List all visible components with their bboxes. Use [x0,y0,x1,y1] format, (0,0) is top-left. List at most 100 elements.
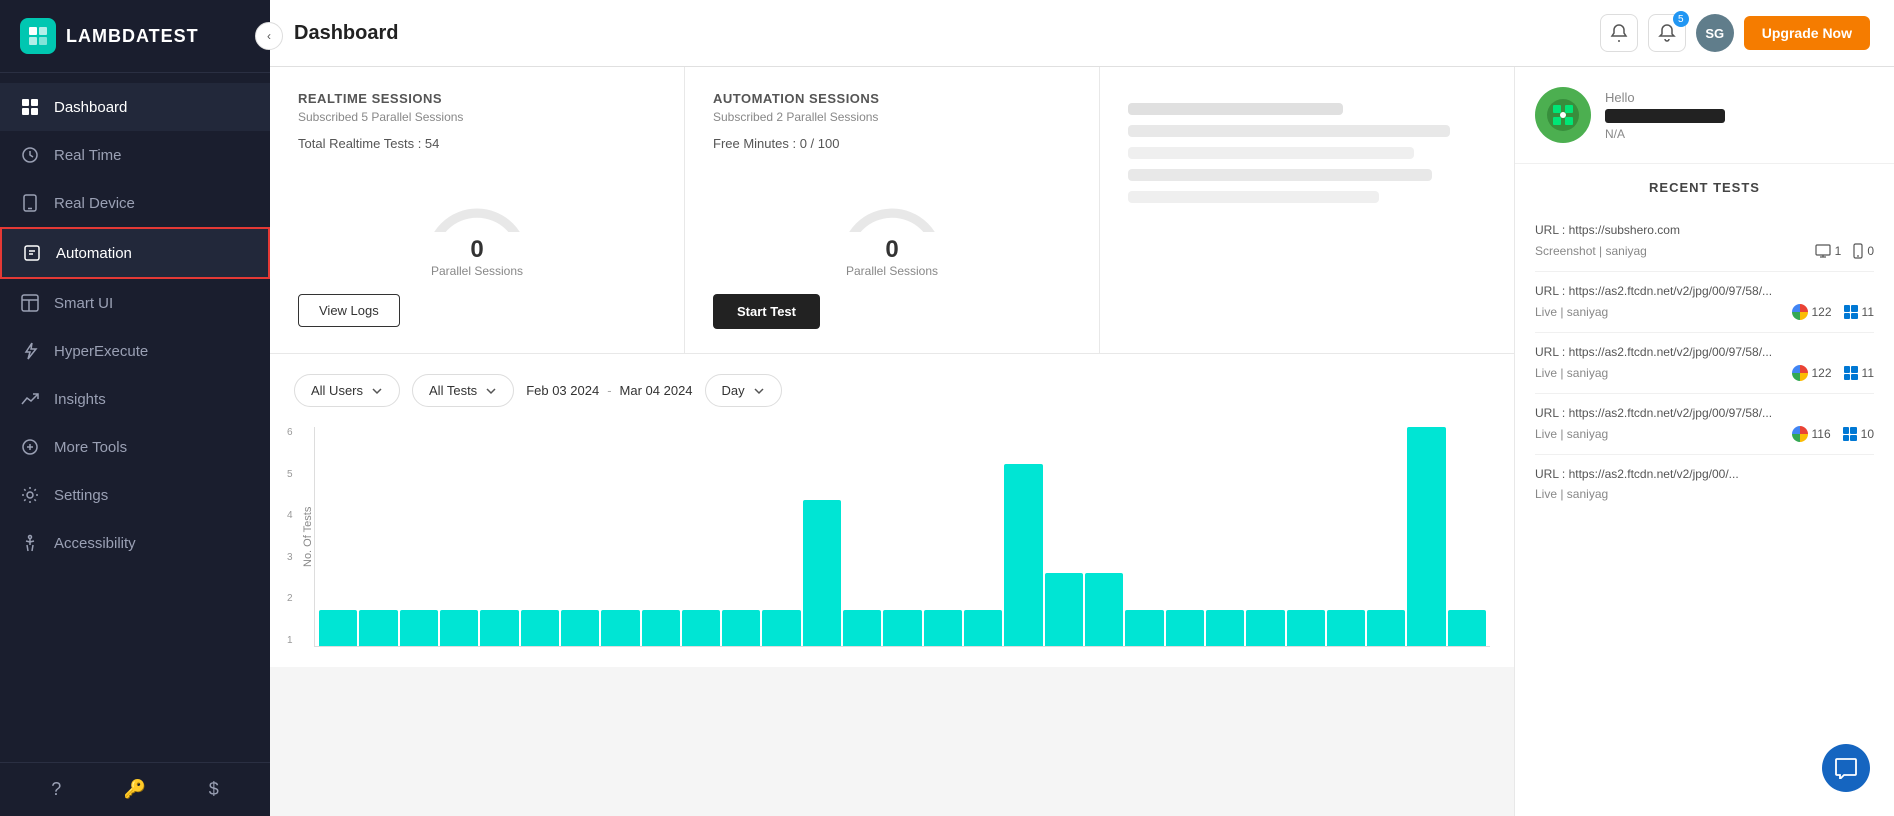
chrome-count-3: 122 [1792,365,1832,381]
sidebar-footer: ? 🔑 $ [0,762,270,816]
test-type-2: Live | saniyag [1535,305,1608,319]
bar-item [803,500,841,646]
chart-area: No. Of Tests 654321 [294,427,1490,647]
chart-section: All Users All Tests Feb 03 2024 - Mar 04… [270,354,1514,667]
header-left: Dashboard [294,22,1600,45]
test-url-5: URL : https://as2.ftcdn.net/v2/jpg/00/..… [1535,467,1874,481]
tests-filter-select[interactable]: All Tests [412,374,514,407]
bar-item [682,610,720,646]
sidebar-item-label: Automation [56,245,132,262]
test-url-1: URL : https://subshero.com [1535,223,1874,237]
sidebar-collapse-button[interactable]: ‹ [255,22,283,50]
realtime-session-title: REALTIME SESSIONS [298,91,656,106]
sidebar-item-moretools[interactable]: More Tools [0,423,270,471]
windows-icon-3 [1844,366,1858,380]
windows-icon-2 [1844,305,1858,319]
sidebar-item-hyperexecute[interactable]: HyperExecute [0,327,270,375]
y-axis-label: No. Of Tests [294,427,314,647]
bell-icon-btn[interactable]: 5 [1648,14,1686,52]
windows-count-2: 11 [1844,305,1874,319]
automation-gauge-container: 0 Parallel Sessions [713,167,1071,278]
sidebar-item-automation[interactable]: Automation [0,227,270,279]
test-url-2: URL : https://as2.ftcdn.net/v2/jpg/00/97… [1535,284,1874,298]
start-test-button[interactable]: Start Test [713,294,820,329]
test-item-2: URL : https://as2.ftcdn.net/v2/jpg/00/97… [1535,272,1874,333]
skeleton-line-1 [1128,103,1343,115]
skeleton-line-4 [1128,169,1432,181]
test-meta-3: Live | saniyag 122 11 [1535,365,1874,381]
desktop-count-1: 1 [1815,244,1842,258]
notification-icon-btn[interactable] [1600,14,1638,52]
key-icon[interactable]: 🔑 [124,779,146,800]
bar-item [1448,610,1486,646]
chart-filters: All Users All Tests Feb 03 2024 - Mar 04… [294,374,1490,407]
users-filter-select[interactable]: All Users [294,374,400,407]
windows-count-4: 10 [1843,427,1874,441]
bar-item [722,610,760,646]
chrome-icon-3 [1792,365,1808,381]
sidebar-item-accessibility[interactable]: Accessibility [0,519,270,567]
sidebar-item-dashboard[interactable]: Dashboard [0,83,270,131]
test-meta-2: Live | saniyag 122 11 [1535,304,1874,320]
bar-item [319,610,357,646]
sidebar-item-realdevice[interactable]: Real Device [0,179,270,227]
chrome-icon-2 [1792,304,1808,320]
bar-item [883,610,921,646]
sidebar-item-label: Settings [54,487,108,504]
bar-item [1327,610,1365,646]
bar-item [1287,610,1325,646]
date-start: Feb 03 2024 [526,383,599,398]
chat-bubble-button[interactable] [1822,744,1870,792]
granularity-select[interactable]: Day [705,374,782,407]
page-title: Dashboard [294,22,1600,45]
mobile-count-1: 0 [1853,243,1874,259]
realtime-gauge [417,167,537,232]
test-type-5: Live | saniyag [1535,487,1608,501]
sidebar-item-insights[interactable]: Insights [0,375,270,423]
user-hello: Hello [1605,90,1874,105]
notification-badge: 5 [1673,11,1689,27]
sidebar-item-label: Real Time [54,147,122,164]
upgrade-now-button[interactable]: Upgrade Now [1744,16,1870,50]
test-meta-1: Screenshot | saniyag 1 [1535,243,1874,259]
main-content: Dashboard 5 SG Upgrade Now [270,0,1894,816]
clock-icon [20,145,40,165]
help-icon[interactable]: ? [51,779,61,800]
mobile-icon [20,193,40,213]
avatar-button[interactable]: SG [1696,14,1734,52]
test-item-3: URL : https://as2.ftcdn.net/v2/jpg/00/97… [1535,333,1874,394]
sidebar-item-label: Real Device [54,195,135,212]
sidebar-item-realtime[interactable]: Real Time [0,131,270,179]
layout-icon [20,293,40,313]
bar-item [1206,610,1244,646]
recent-tests-section: RECENT TESTS URL : https://subshero.com … [1515,164,1894,529]
test-url-3: URL : https://as2.ftcdn.net/v2/jpg/00/97… [1535,345,1874,359]
test-counts-1: 1 0 [1815,243,1874,259]
automation-session-subtitle: Subscribed 2 Parallel Sessions [713,110,1071,124]
automation-session-card: AUTOMATION SESSIONS Subscribed 2 Paralle… [685,67,1100,353]
bolt-icon [20,341,40,361]
accessibility-icon [20,533,40,553]
bar-item [843,610,881,646]
test-type-1: Screenshot | saniyag [1535,244,1647,258]
windows-count-3: 11 [1844,366,1874,380]
tests-filter-label: All Tests [429,383,477,398]
sidebar-item-label: Smart UI [54,295,113,312]
test-counts-2: 122 11 [1792,304,1875,320]
realtime-parallel-label: Parallel Sessions [431,264,523,278]
sidebar-item-label: HyperExecute [54,343,148,360]
dollar-icon[interactable]: $ [209,779,219,800]
bar-item [1246,610,1284,646]
user-info: Hello N/A [1515,67,1894,164]
view-logs-button[interactable]: View Logs [298,294,400,327]
realtime-gauge-container: 0 Parallel Sessions [298,167,656,278]
realtime-session-subtitle: Subscribed 5 Parallel Sessions [298,110,656,124]
windows-icon-4 [1843,427,1857,441]
test-counts-4: 116 10 [1792,426,1875,442]
sidebar-item-settings[interactable]: Settings [0,471,270,519]
bar-item [924,610,962,646]
sidebar-item-smartui[interactable]: Smart UI [0,279,270,327]
bar-item [601,610,639,646]
bar-item [521,610,559,646]
automation-free-minutes: Free Minutes : 0 / 100 [713,136,1071,151]
